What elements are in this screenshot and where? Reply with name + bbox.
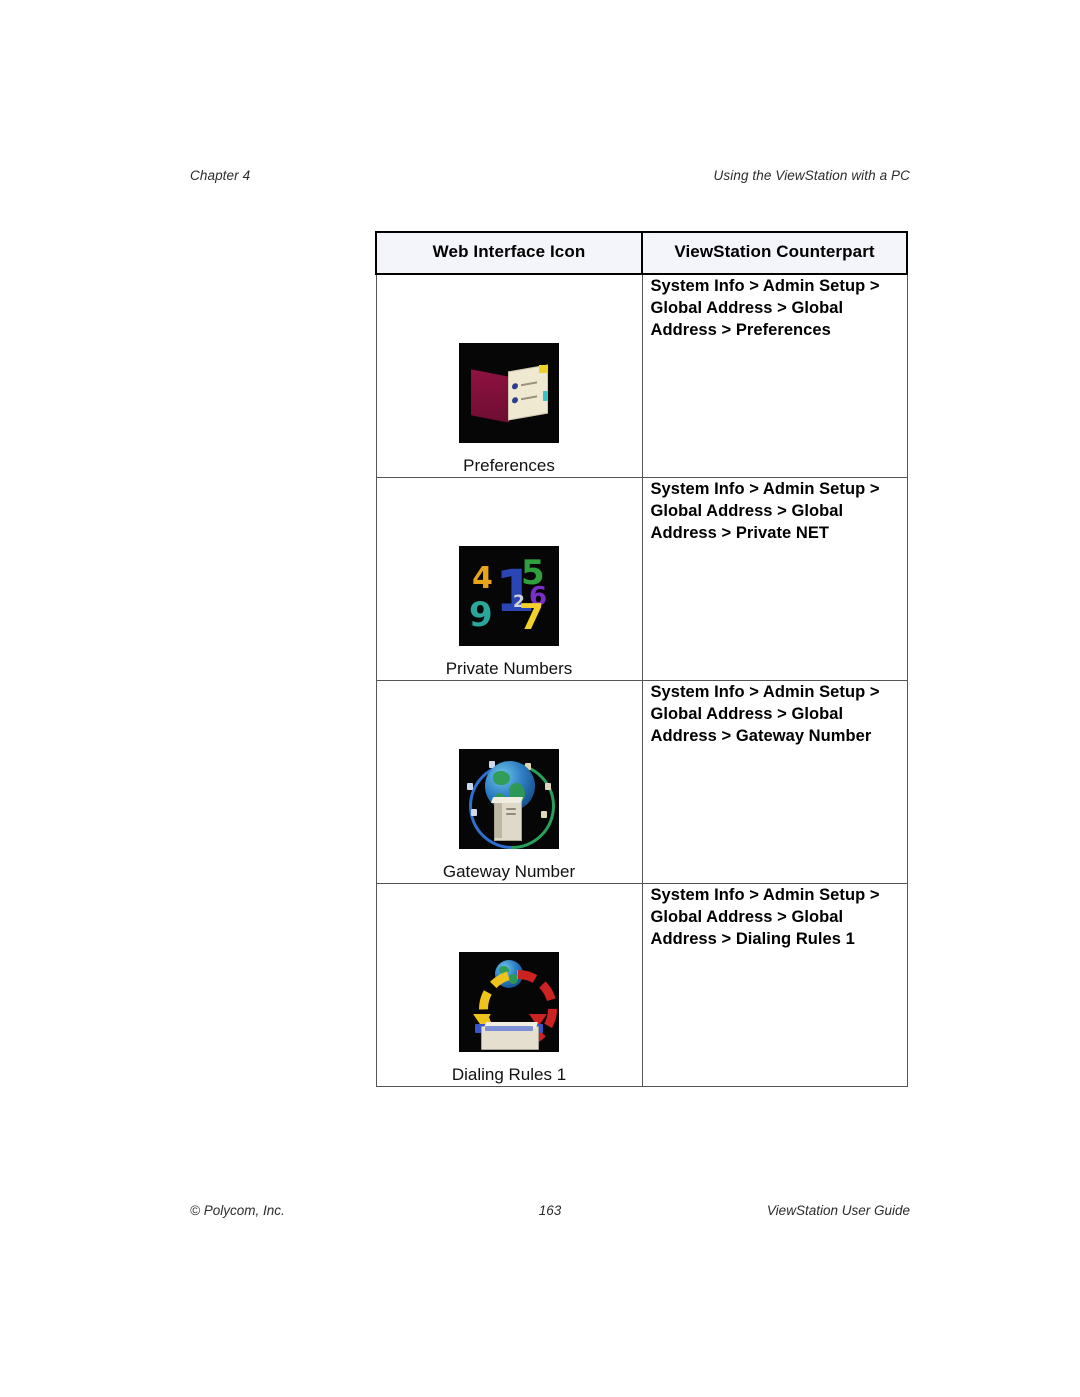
yellow-tab-shape xyxy=(539,365,547,373)
table-row: Preferences System Info > Admin Setup > … xyxy=(375,273,908,478)
counterpart-cell: System Info > Admin Setup > Global Addre… xyxy=(641,883,908,1087)
column-header-web-interface-icon: Web Interface Icon xyxy=(375,231,643,275)
arc-marker xyxy=(541,811,547,818)
icon-counterpart-table: Web Interface Icon ViewStation Counterpa… xyxy=(375,231,908,1087)
numeral-7-shape: 7 xyxy=(519,597,545,638)
icon-caption: Private Numbers xyxy=(445,659,573,678)
private-numbers-icon: 4 1 5 6 2 9 7 xyxy=(459,546,559,646)
book-cover-shape xyxy=(471,369,509,423)
column-header-viewstation-counterpart: ViewStation Counterpart xyxy=(641,231,908,275)
table-row: 4 1 5 6 2 9 7 Private Numbers System Inf… xyxy=(375,477,908,681)
section-title: Using the ViewStation with a PC xyxy=(713,168,910,183)
counterpart-cell: System Info > Admin Setup > Global Addre… xyxy=(641,477,908,681)
chapter-label: Chapter 4 xyxy=(190,168,251,183)
counterpart-cell: System Info > Admin Setup > Global Addre… xyxy=(641,273,908,478)
icon-cell: Dialing Rules 1 xyxy=(375,883,643,1087)
bullet-dot xyxy=(512,382,518,390)
blue-band-shape xyxy=(485,1026,533,1031)
icon-caption: Preferences xyxy=(463,456,555,475)
text-line xyxy=(521,381,537,387)
icon-cell: Gateway Number xyxy=(375,680,643,884)
teal-tab-shape xyxy=(543,391,548,401)
icon-caption: Gateway Number xyxy=(442,862,576,881)
menu-path-text: System Info > Admin Setup > Global Addre… xyxy=(650,886,880,948)
table-row: Dialing Rules 1 System Info > Admin Setu… xyxy=(375,883,908,1087)
server-tower-shape xyxy=(494,801,522,841)
icon-caption: Dialing Rules 1 xyxy=(451,1065,567,1084)
document-page: Chapter 4 Using the ViewStation with a P… xyxy=(0,0,1080,1397)
menu-path-text: System Info > Admin Setup > Global Addre… xyxy=(650,277,880,339)
bullet-dot xyxy=(512,396,518,404)
arc-marker xyxy=(467,783,473,790)
numeral-9-shape: 9 xyxy=(469,595,493,635)
menu-path-text: System Info > Admin Setup > Global Addre… xyxy=(650,480,880,542)
preferences-book-icon xyxy=(459,343,559,443)
table-header-row: Web Interface Icon ViewStation Counterpa… xyxy=(375,231,908,275)
running-header: Chapter 4 Using the ViewStation with a P… xyxy=(190,168,910,188)
icon-cell: Preferences xyxy=(375,273,643,478)
counterpart-cell: System Info > Admin Setup > Global Addre… xyxy=(641,680,908,884)
running-footer: © Polycom, Inc. 163 ViewStation User Gui… xyxy=(190,1203,910,1223)
menu-path-text: System Info > Admin Setup > Global Addre… xyxy=(650,683,880,745)
page-number: 163 xyxy=(538,1203,562,1218)
numeral-4-shape: 4 xyxy=(472,561,493,596)
arc-marker xyxy=(471,809,477,816)
gateway-number-globe-icon xyxy=(459,749,559,849)
text-line xyxy=(521,395,537,401)
table-row: Gateway Number System Info > Admin Setup… xyxy=(375,680,908,884)
dialing-rules-icon xyxy=(459,952,559,1052)
server-top-shape xyxy=(490,797,524,803)
arc-marker xyxy=(545,783,551,790)
icon-cell: 4 1 5 6 2 9 7 Private Numbers xyxy=(375,477,643,681)
